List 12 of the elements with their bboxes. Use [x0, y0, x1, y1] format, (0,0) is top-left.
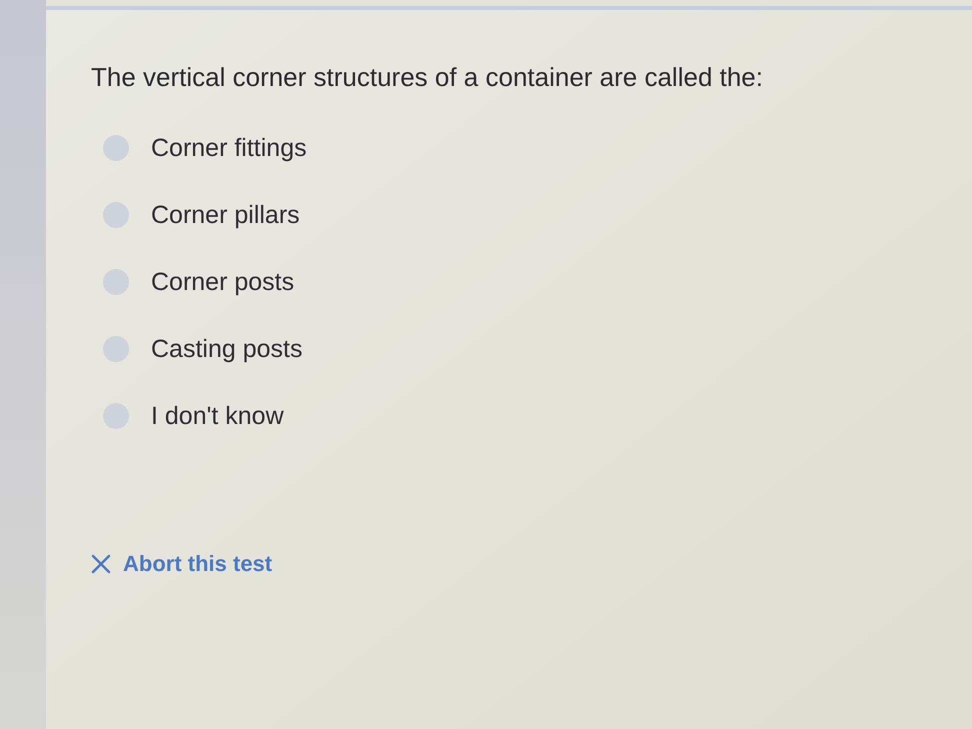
radio-button[interactable]: [103, 202, 129, 228]
option-label[interactable]: Corner pillars: [151, 199, 300, 231]
option-label[interactable]: Casting posts: [151, 333, 302, 365]
option-label[interactable]: I don't know: [151, 400, 284, 432]
radio-button[interactable]: [103, 403, 129, 429]
close-icon: [91, 554, 111, 574]
radio-button[interactable]: [103, 269, 129, 295]
radio-button[interactable]: [103, 135, 129, 161]
option-label[interactable]: Corner posts: [151, 266, 294, 298]
question-text: The vertical corner structures of a container are called the:: [91, 61, 763, 94]
option-label[interactable]: Corner fittings: [151, 132, 307, 164]
radio-button[interactable]: [103, 336, 129, 362]
